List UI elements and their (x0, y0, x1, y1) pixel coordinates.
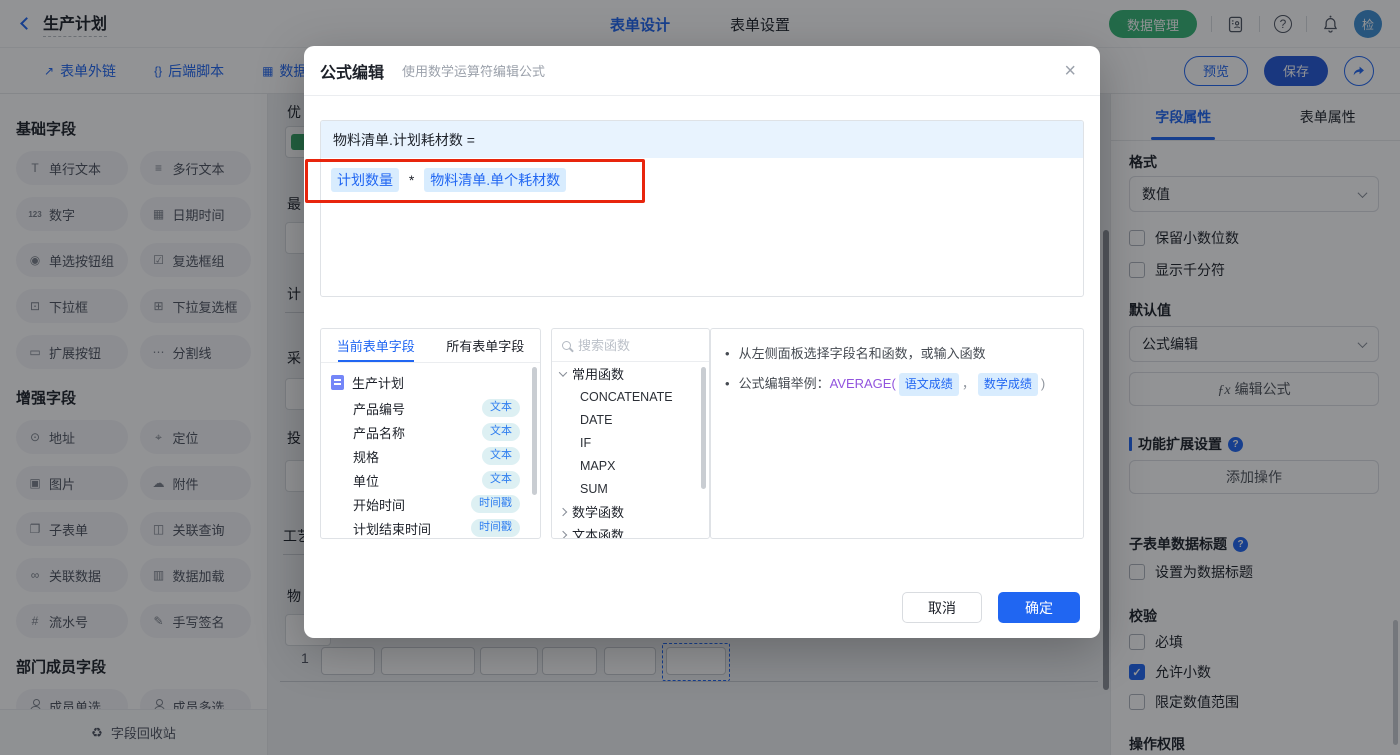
formula-operator: * (408, 172, 415, 188)
close-icon[interactable]: × (1064, 61, 1076, 81)
variable-item[interactable]: 单位 文本 (321, 468, 540, 492)
example-function-name: AVERAGE( (829, 376, 896, 391)
variable-item[interactable]: 产品编号 文本 (321, 396, 540, 420)
example-field-chip: 语文成绩 (898, 373, 959, 396)
chevron-right-icon (558, 530, 568, 538)
example-field-chip: 数学成绩 (977, 373, 1038, 396)
function-group-math[interactable]: 数学函数 (552, 500, 709, 523)
chevron-right-icon (558, 507, 568, 516)
variables-scrollbar[interactable] (532, 367, 537, 495)
variable-item[interactable]: 产品名称 文本 (321, 420, 540, 444)
type-badge: 文本 (482, 447, 520, 465)
function-search[interactable] (552, 329, 709, 362)
variable-item[interactable]: 规格 文本 (321, 444, 540, 468)
function-group-text[interactable]: 文本函数 (552, 523, 709, 538)
formula-editor-box: 物料清单.计划耗材数 = 计划数量 * 物料清单.单个耗材数 (320, 120, 1084, 297)
variables-panel: 当前表单字段 所有表单字段 生产计划 产品编号 文本 产品名称 文本 规格 文本 单位… (320, 328, 541, 539)
modal-title: 公式编辑 (320, 64, 385, 82)
confirm-button[interactable]: 确定 (998, 592, 1080, 623)
formula-help-panel: • 从左侧面板选择字段名和函数，或输入函数 • 公式编辑举例：AVERAGE(语… (710, 328, 1084, 539)
formula-input-area[interactable]: 计划数量 * 物料清单.单个耗材数 (321, 158, 1083, 202)
function-item[interactable]: DATE (552, 408, 709, 431)
modal-subtitle: 使用数学运算符编辑公式 (402, 64, 546, 79)
cancel-button[interactable]: 取消 (902, 592, 982, 623)
formula-editor-modal: 公式编辑 使用数学运算符编辑公式 × 物料清单.计划耗材数 = 计划数量 * 物… (304, 46, 1100, 638)
function-item[interactable]: SUM (552, 477, 709, 500)
tab-current-form-fields[interactable]: 当前表单字段 (321, 329, 431, 362)
functions-scrollbar[interactable] (701, 367, 706, 489)
type-badge: 文本 (482, 399, 520, 417)
help-tip-1: • 从左侧面板选择字段名和函数，或输入函数 (725, 346, 986, 361)
search-icon (562, 340, 571, 350)
type-badge: 文本 (482, 471, 520, 489)
variables-tree-root[interactable]: 生产计划 (321, 363, 540, 396)
chevron-down-icon (558, 367, 568, 377)
function-search-input[interactable] (578, 337, 678, 353)
function-item[interactable]: MAPX (552, 454, 709, 477)
function-group-common[interactable]: 常用函数 (552, 362, 709, 385)
variable-item[interactable]: 开始时间 时间戳 (321, 492, 540, 516)
functions-panel: 常用函数 CONCATENATE DATE IF MAPX SUM 数学函数 文… (551, 328, 710, 539)
type-badge: 文本 (482, 423, 520, 441)
tab-all-form-fields[interactable]: 所有表单字段 (431, 329, 541, 362)
type-badge: 时间戳 (471, 519, 520, 537)
variable-item[interactable]: 计划结束时间 时间戳 (321, 516, 540, 538)
type-badge: 时间戳 (471, 495, 520, 513)
formula-field-chip[interactable]: 计划数量 (331, 168, 399, 192)
function-item[interactable]: IF (552, 431, 709, 454)
formula-field-chip[interactable]: 物料清单.单个耗材数 (424, 168, 567, 192)
formula-target: 物料清单.计划耗材数 = (321, 121, 1083, 158)
form-doc-icon (331, 375, 344, 390)
function-item[interactable]: CONCATENATE (552, 385, 709, 408)
modal-header: 公式编辑 使用数学运算符编辑公式 × (304, 46, 1100, 96)
help-tip-2: • 公式编辑举例：AVERAGE(语文成绩，数学成绩) (725, 373, 1069, 396)
form-designer-app: 生产计划 表单设计 表单设置 数据管理 ? 检 ↗ 表单外链 {} 后端脚本 ▦… (0, 0, 1400, 755)
